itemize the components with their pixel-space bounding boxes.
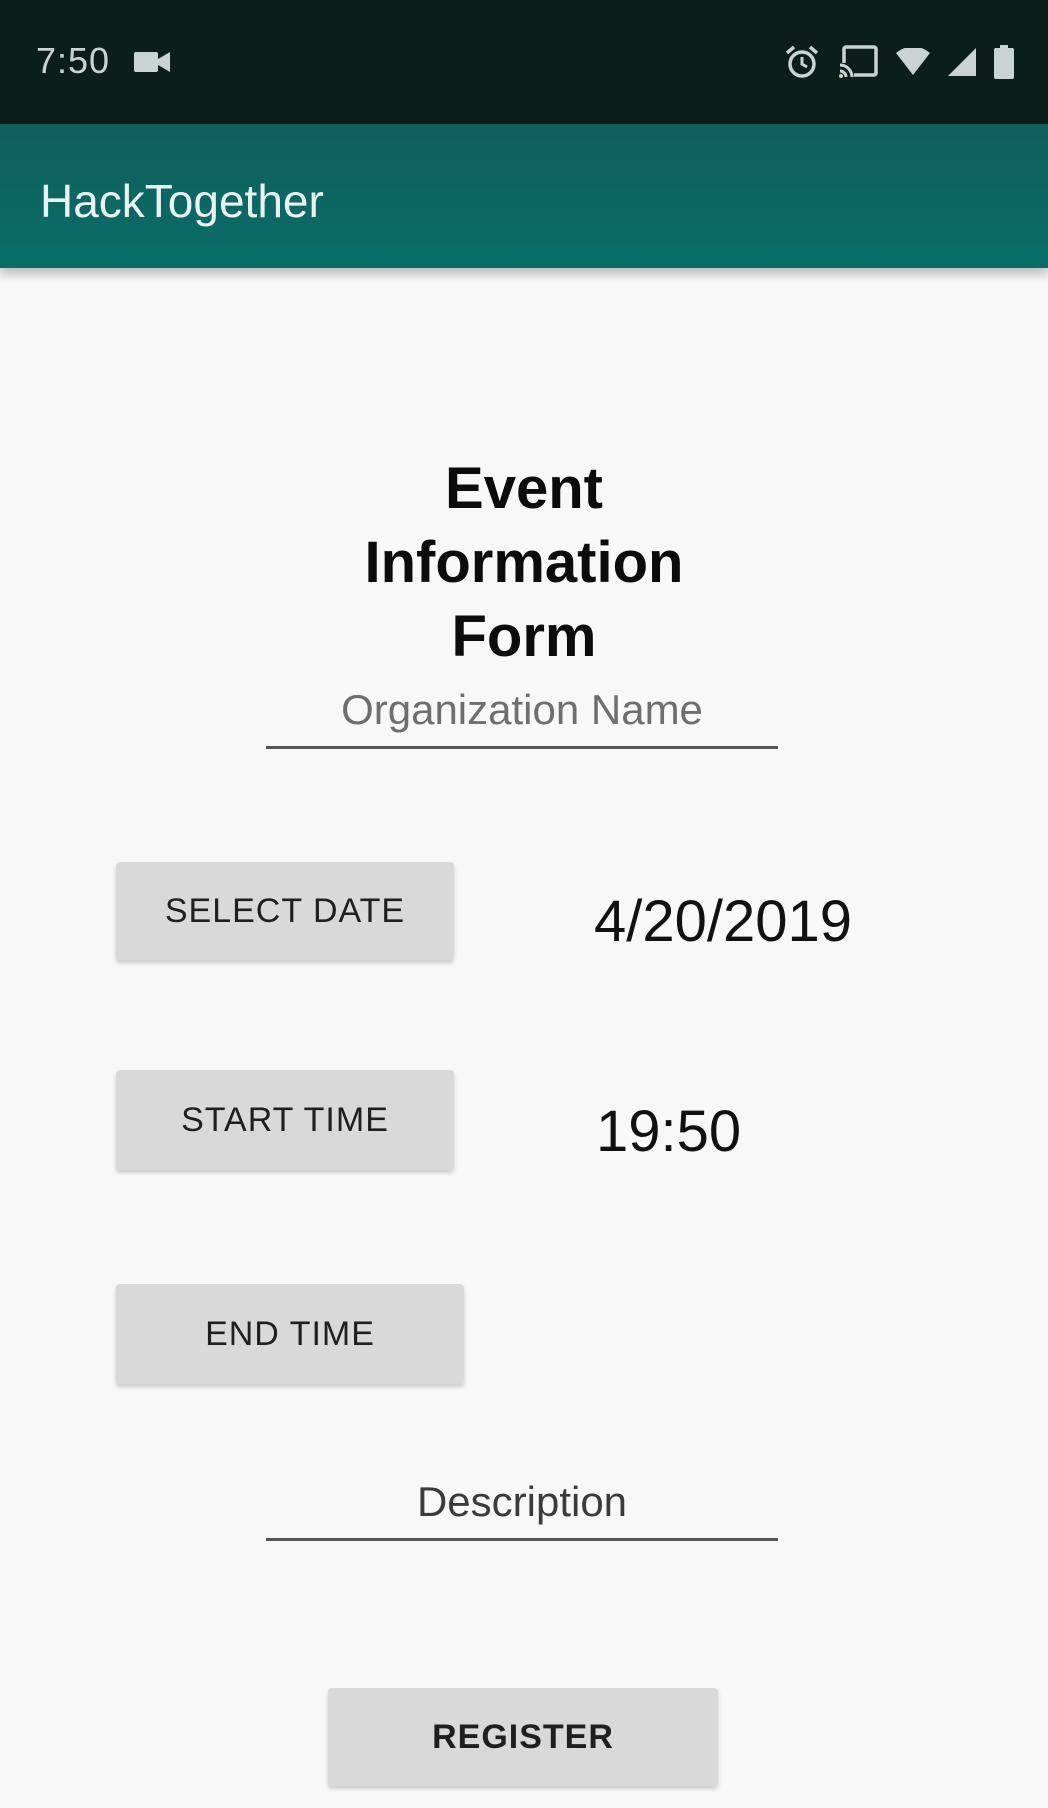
wifi-icon bbox=[896, 48, 930, 75]
app-title: HackTogether bbox=[40, 175, 324, 227]
app-bar: HackTogether bbox=[0, 124, 1048, 268]
screen: 7:50 HackTogether Event Information Form… bbox=[0, 0, 1048, 1808]
alarm-icon bbox=[785, 45, 819, 78]
register-button[interactable]: REGISTER bbox=[328, 1688, 718, 1786]
start-time-value: 19:50 bbox=[596, 1099, 742, 1164]
form-title: Event Information Form bbox=[364, 456, 684, 669]
end-time-button[interactable]: END TIME bbox=[116, 1284, 464, 1384]
description-input[interactable] bbox=[266, 1478, 778, 1541]
organization-name-input[interactable] bbox=[266, 686, 778, 749]
select-date-button[interactable]: SELECT DATE bbox=[116, 862, 454, 960]
start-time-button[interactable]: START TIME bbox=[116, 1070, 454, 1170]
status-time: 7:50 bbox=[36, 40, 111, 81]
signal-icon bbox=[948, 48, 976, 76]
date-value: 4/20/2019 bbox=[594, 889, 853, 954]
status-bar: 7:50 bbox=[0, 0, 1048, 124]
camera-icon bbox=[134, 52, 170, 72]
battery-icon bbox=[994, 45, 1014, 79]
cast-icon bbox=[838, 45, 878, 79]
